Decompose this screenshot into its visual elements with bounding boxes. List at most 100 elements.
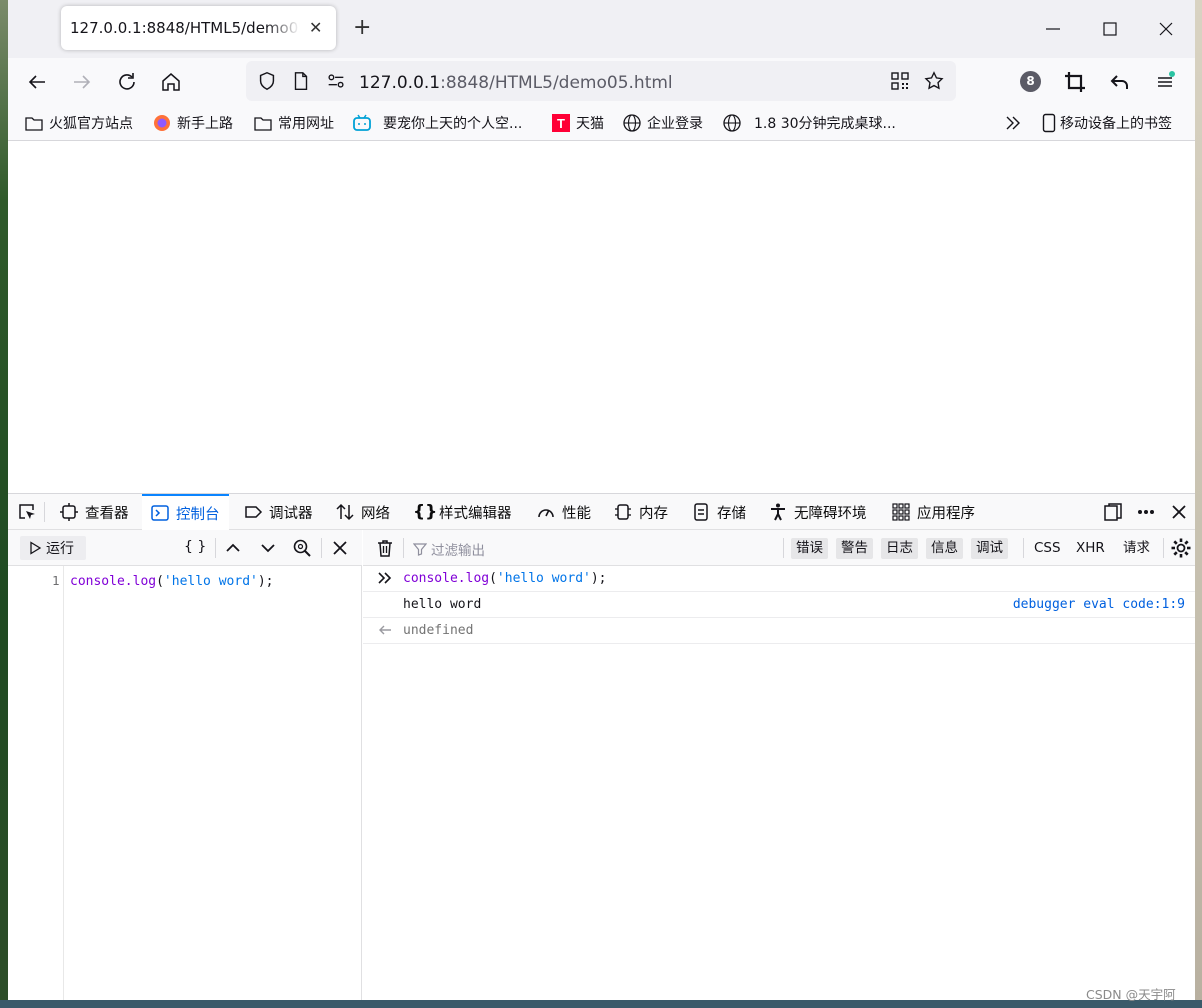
bookmark-item[interactable]: 1.8 30分钟完成桌球... (722, 112, 896, 134)
filter-css-button[interactable]: CSS (1034, 538, 1061, 559)
filter-xhr-button[interactable]: XHR (1076, 538, 1105, 559)
bookmark-item[interactable]: 常用网址 (253, 112, 334, 134)
style-editor-icon: {} (413, 502, 438, 522)
bookmark-item[interactable]: 火狐官方站点 (24, 112, 133, 134)
forward-arrow-icon[interactable] (70, 70, 94, 94)
tab-console[interactable]: 控制台 (142, 494, 229, 530)
console-output-pane: 过滤输出 错误 警告 日志 信息 调试 CSS XHR 请求 console.l… (363, 530, 1195, 1000)
bookmark-label: 天猫 (576, 116, 604, 132)
chevron-prompt-icon (378, 572, 392, 584)
bookmark-item[interactable]: 新手上路 (152, 112, 233, 134)
console-result-message[interactable]: undefined (363, 618, 1195, 644)
firefox-icon (154, 115, 170, 131)
maximize-icon[interactable] (1095, 14, 1125, 44)
filter-icon (413, 543, 427, 556)
url-bar[interactable]: 127.0.0.1:8848/HTML5/demo05.html (246, 61, 956, 101)
bookmark-item[interactable]: 企业登录 (622, 112, 703, 134)
code-line[interactable]: console.log('hello word'); (70, 574, 274, 589)
code-string: 'hello word' (496, 571, 591, 586)
console-toolbar: 过滤输出 错误 警告 日志 信息 调试 CSS XHR 请求 (363, 530, 1195, 566)
filter-logs-button[interactable]: 日志 (881, 538, 918, 559)
tab-close-icon[interactable]: ✕ (309, 18, 322, 37)
new-tab-button[interactable]: + (353, 14, 371, 42)
filter-output-input[interactable]: 过滤输出 (413, 539, 485, 559)
console-input-message[interactable]: console.log('hello word'); (363, 566, 1195, 592)
line-number-gutter: 1 (8, 566, 64, 1000)
bookmark-item[interactable]: 要宠你上天的个人空... (352, 112, 522, 134)
tab-inspector[interactable]: 查看器 (59, 494, 129, 530)
browser-tab[interactable]: 127.0.0.1:8848/HTML5/demo05.html ✕ (61, 6, 336, 50)
page-icon[interactable] (290, 70, 312, 92)
filter-info-button[interactable]: 信息 (926, 538, 963, 559)
qr-code-icon[interactable] (890, 71, 910, 91)
mobile-bookmarks-label: 移动设备上的书签 (1060, 116, 1172, 132)
tab-strip: 127.0.0.1:8848/HTML5/demo05.html ✕ + (8, 0, 1195, 58)
filter-requests-button[interactable]: 请求 (1123, 538, 1150, 559)
filter-debug-button[interactable]: 调试 (971, 538, 1008, 559)
close-devtools-icon[interactable] (1169, 502, 1189, 522)
extension-badge[interactable]: 8 (1020, 71, 1041, 92)
close-editor-icon[interactable] (330, 538, 350, 558)
toolbar-divider (1023, 538, 1024, 558)
tab-label: 查看器 (85, 505, 129, 522)
crop-icon[interactable] (1063, 70, 1087, 94)
chevron-down-icon[interactable] (258, 538, 278, 558)
tab-network[interactable]: 网络 (335, 494, 390, 530)
console-input-code: console.log('hello word'); (403, 571, 607, 586)
bookmark-star-icon[interactable] (923, 70, 945, 92)
window-close-icon[interactable] (1151, 14, 1181, 44)
chevron-overflow-icon[interactable] (1004, 114, 1022, 132)
element-picker-icon[interactable] (17, 502, 37, 522)
url-host: 127.0.0.1 (359, 73, 441, 93)
tab-debugger[interactable]: 调试器 (243, 494, 313, 530)
log-text: hello word (403, 597, 482, 612)
memory-icon (615, 504, 631, 520)
filter-warnings-button[interactable]: 警告 (836, 538, 873, 559)
console-editor[interactable]: 运行 { } 1 console.log('hello word'); (8, 530, 362, 1000)
editor-toolbar: 运行 { } (8, 530, 362, 566)
watermark: CSDN @天宇阿 (1086, 987, 1176, 1002)
shield-icon[interactable] (256, 70, 278, 92)
tab-application[interactable]: 应用程序 (891, 494, 975, 530)
home-icon[interactable] (159, 70, 183, 94)
mobile-device-icon (1042, 113, 1056, 133)
back-arrow-icon[interactable] (25, 70, 49, 94)
tab-performance[interactable]: 性能 (536, 494, 591, 530)
trash-icon[interactable] (375, 538, 395, 558)
mobile-bookmarks[interactable]: 移动设备上的书签 (1042, 112, 1172, 134)
reload-icon[interactable] (115, 70, 139, 94)
bookmark-label: 火狐官方站点 (49, 116, 133, 132)
tab-accessibility[interactable]: 无障碍环境 (768, 494, 867, 530)
run-button[interactable]: 运行 (20, 536, 86, 560)
reverse-search-icon[interactable] (292, 538, 312, 558)
tab-storage[interactable]: 存储 (691, 494, 746, 530)
desktop-background-left (0, 0, 8, 1008)
tab-style-editor[interactable]: {} 样式编辑器 (413, 494, 512, 530)
run-label: 运行 (46, 541, 74, 557)
console-log-message[interactable]: hello word debugger eval code:1:9 (363, 592, 1195, 618)
gear-icon[interactable] (1170, 537, 1192, 559)
url-path: :8848/HTML5/demo05.html (440, 73, 673, 93)
tab-memory[interactable]: 内存 (613, 494, 668, 530)
code-paren-close: ); (590, 571, 607, 586)
minimize-icon[interactable] (1038, 14, 1068, 44)
folder-icon (254, 117, 272, 131)
chevron-up-icon[interactable] (223, 538, 243, 558)
globe-icon (723, 114, 741, 132)
network-icon (336, 503, 354, 521)
tab-label: 无障碍环境 (794, 505, 867, 522)
more-options-icon[interactable] (1136, 502, 1156, 522)
tab-label: 应用程序 (917, 505, 975, 522)
permissions-icon[interactable] (325, 70, 347, 92)
url-text[interactable]: 127.0.0.1:8848/HTML5/demo05.html (359, 73, 673, 93)
storage-icon (694, 503, 708, 521)
menu-icon[interactable] (1153, 70, 1177, 94)
tab-title: 127.0.0.1:8848/HTML5/demo05.html (70, 19, 300, 37)
bookmark-item[interactable]: T 天猫 (551, 112, 604, 134)
tab-label: 控制台 (176, 506, 220, 523)
dock-side-icon[interactable] (1103, 502, 1123, 522)
undo-icon[interactable] (1108, 70, 1132, 94)
source-location-link[interactable]: debugger eval code:1:9 (1013, 597, 1185, 612)
pretty-print-button[interactable]: { } (184, 539, 206, 555)
filter-errors-button[interactable]: 错误 (791, 538, 828, 559)
